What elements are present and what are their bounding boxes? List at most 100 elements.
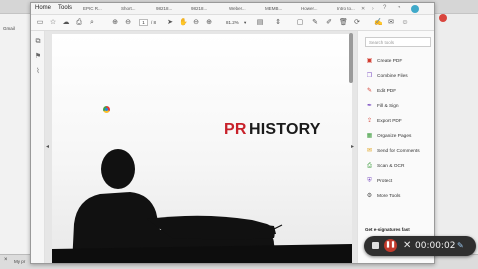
- tool-label: Organize Pages: [377, 134, 412, 139]
- tool-label: Combine Files: [377, 74, 408, 79]
- doc-tab[interactable]: Intro to...: [337, 6, 355, 11]
- acrobat-window: Home Tools EPIC R... Short... 98218... 9…: [30, 2, 435, 264]
- tool-organize-pages[interactable]: ▦ Organize Pages: [366, 132, 432, 142]
- stop-recording-button[interactable]: [372, 242, 379, 249]
- menu-home[interactable]: Home: [35, 5, 51, 11]
- doc-tab[interactable]: Weber...: [229, 6, 246, 11]
- previous-page-icon[interactable]: ⊕: [111, 19, 119, 27]
- doc-tab[interactable]: EPIC R...: [83, 6, 102, 11]
- cancel-recording-icon[interactable]: ✕: [403, 239, 411, 252]
- page-number-input[interactable]: 1: [139, 19, 148, 26]
- select-cursor-icon[interactable]: ➤: [166, 19, 174, 27]
- pause-recording-button[interactable]: ❚❚: [384, 239, 397, 252]
- zoom-level[interactable]: 81.2%: [226, 20, 239, 25]
- browser-notification-icon[interactable]: [439, 14, 447, 22]
- tool-label: Scan & OCR: [377, 164, 405, 169]
- fit-page-icon[interactable]: ▤: [256, 19, 264, 27]
- collapse-left-icon[interactable]: ◂: [46, 143, 51, 151]
- bookmark-icon[interactable]: ⚑: [34, 53, 42, 61]
- tool-edit-pdf[interactable]: ✎ Edit PDF: [366, 87, 432, 97]
- scan-ocr-icon: ⎙: [367, 163, 372, 169]
- next-page-icon[interactable]: ⊖: [124, 19, 132, 27]
- edit-pdf-icon: ✎: [366, 88, 373, 94]
- page-thumbnails-icon[interactable]: ⧉: [34, 38, 42, 46]
- tool-export-pdf[interactable]: ⇪ Export PDF: [366, 117, 432, 127]
- pen-icon[interactable]: ✎: [311, 19, 319, 27]
- doc-tab[interactable]: Short...: [121, 6, 136, 11]
- combine-files-icon: ❐: [366, 73, 373, 79]
- tools-pane: Search tools ▣ Create PDF ❐ Combine File…: [357, 31, 434, 263]
- browser-left-area: Gmail: [0, 14, 30, 269]
- chevron-down-icon[interactable]: ▾: [244, 20, 246, 26]
- left-nav-pane: ⧉ ⚑ ⌇: [31, 31, 45, 263]
- scroll-mode-icon[interactable]: ⇕: [274, 19, 282, 27]
- title-history-text: HISTORY: [249, 121, 321, 138]
- menu-bar: Home Tools EPIC R... Short... 98218... 9…: [31, 3, 434, 15]
- email-icon[interactable]: ✉: [387, 19, 395, 27]
- screen-recorder-widget: ❚❚ ✕ 00:00:02 ✎: [364, 236, 476, 256]
- zoom-in-icon[interactable]: ⊕: [205, 19, 213, 27]
- tool-label: More Tools: [377, 194, 401, 199]
- close-tab-icon[interactable]: ✕: [361, 6, 365, 12]
- man-silhouette-image: [52, 149, 352, 263]
- collapse-right-icon[interactable]: ▸: [351, 143, 356, 151]
- close-icon[interactable]: ×: [4, 257, 8, 263]
- share-icon[interactable]: ⟳: [353, 19, 361, 27]
- comment-icon[interactable]: ▢: [296, 19, 304, 27]
- highlight-icon[interactable]: ✐: [325, 19, 333, 27]
- page-total: / 8: [151, 20, 157, 25]
- document-area[interactable]: ◂ PR HISTORY ▸: [45, 31, 357, 263]
- browser-gmail-label[interactable]: Gmail: [3, 26, 15, 36]
- upload-icon[interactable]: ☁: [62, 19, 70, 27]
- create-pdf-icon: ▣: [366, 58, 373, 64]
- fill-sign-icon: ✒: [366, 103, 373, 109]
- sign-icon[interactable]: ✍: [374, 19, 383, 27]
- tool-send-comments[interactable]: ✉ Send for Comments: [366, 147, 432, 157]
- tool-scan-ocr[interactable]: ⎙ Scan & OCR: [366, 162, 432, 172]
- chevron-right-icon[interactable]: ›: [372, 6, 374, 12]
- send-comments-icon: ✉: [366, 148, 373, 154]
- search-tools-input[interactable]: Search tools: [365, 37, 431, 47]
- pdf-page[interactable]: PR HISTORY: [52, 34, 352, 263]
- delete-icon[interactable]: 🗑: [339, 19, 348, 27]
- title-pr-text: PR: [224, 121, 247, 138]
- doc-tab[interactable]: MEMB...: [265, 6, 282, 11]
- doc-tab[interactable]: Hower...: [301, 6, 318, 11]
- doc-tab[interactable]: 98218...: [156, 6, 172, 11]
- toolbar: ▭ ☆ ☁ ⎙ ⌕ ⊕ ⊖ 1 / 8 ➤ ✋ ⊖ ⊕ 81.2% ▾ ▤ ⇕ …: [31, 15, 434, 31]
- doc-tab[interactable]: 98218...: [191, 6, 207, 11]
- tool-label: Edit PDF: [377, 89, 397, 94]
- help-icon[interactable]: ?: [383, 5, 386, 11]
- avatar[interactable]: [411, 5, 419, 13]
- save-icon[interactable]: ▭: [36, 19, 44, 27]
- zoom-search-icon[interactable]: ⌕: [88, 19, 96, 27]
- tool-label: Protect: [377, 179, 393, 184]
- hand-icon[interactable]: ✋: [179, 19, 188, 27]
- menu-tools[interactable]: Tools: [58, 5, 72, 11]
- zoom-out-icon[interactable]: ⊖: [192, 19, 200, 27]
- print-icon[interactable]: ⎙: [75, 19, 83, 27]
- tool-label: Export PDF: [377, 119, 402, 124]
- tool-label: Send for Comments: [377, 149, 420, 154]
- bell-icon[interactable]: ◔: [397, 5, 401, 11]
- vertical-scrollbar[interactable]: [349, 33, 353, 83]
- cursor-dot: [105, 108, 108, 111]
- download-item-label[interactable]: My pr: [14, 259, 25, 264]
- recording-timer: 00:00:02: [415, 241, 456, 251]
- more-tools-icon: ⚙: [366, 193, 373, 199]
- tool-protect[interactable]: ⛨ Protect: [366, 177, 432, 187]
- protect-icon: ⛨: [367, 178, 372, 184]
- esign-promo-text: Get e-signatures fast: [365, 227, 410, 232]
- tool-fill-sign[interactable]: ✒ Fill & Sign: [366, 102, 432, 112]
- bookmark-star-icon[interactable]: ☆: [49, 19, 57, 27]
- tool-combine-files[interactable]: ❐ Combine Files: [366, 72, 432, 82]
- tool-create-pdf[interactable]: ▣ Create PDF: [366, 57, 432, 67]
- browser-right-area: [435, 14, 478, 254]
- user-icon[interactable]: ☺: [401, 19, 409, 27]
- organize-pages-icon: ▦: [366, 133, 373, 139]
- attachment-icon[interactable]: ⌇: [34, 68, 42, 76]
- tool-label: Create PDF: [377, 59, 403, 64]
- tool-more-tools[interactable]: ⚙ More Tools: [366, 192, 432, 202]
- pen-tool-icon[interactable]: ✎: [457, 241, 464, 250]
- tool-label: Fill & Sign: [377, 104, 399, 109]
